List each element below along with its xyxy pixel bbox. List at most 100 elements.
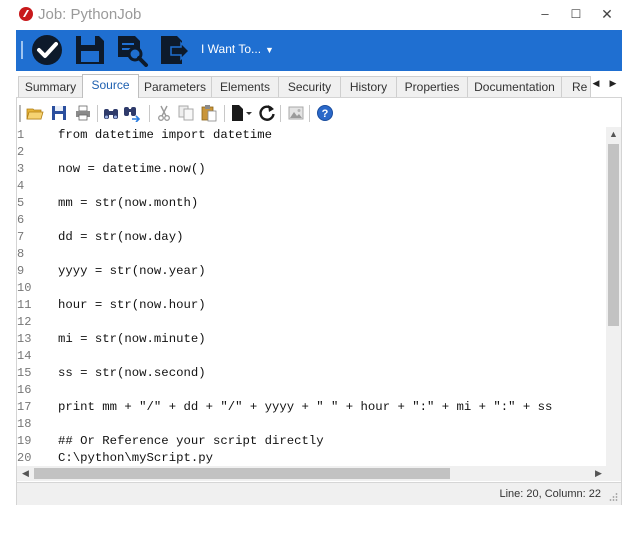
line-number: 11 bbox=[17, 298, 32, 312]
print-icon[interactable] bbox=[74, 104, 92, 122]
status-bar: Line: 20, Column: 22 bbox=[17, 482, 621, 505]
tab-history[interactable]: History bbox=[340, 76, 397, 97]
vertical-scrollbar[interactable]: ▲ bbox=[606, 127, 621, 466]
code-line: 7 dd = str(now.day) bbox=[17, 229, 607, 246]
preview-magnifier-icon[interactable] bbox=[115, 33, 149, 67]
toolbar-separator bbox=[309, 105, 310, 122]
find-binoculars-icon[interactable] bbox=[102, 104, 120, 122]
toolbar-grip[interactable] bbox=[21, 41, 23, 59]
line-number: 10 bbox=[17, 281, 32, 295]
minimize-button[interactable]: – bbox=[531, 2, 559, 26]
find-replace-icon[interactable] bbox=[123, 104, 141, 122]
tab-summary[interactable]: Summary bbox=[18, 76, 83, 97]
code-line: 17 print mm + "/" + dd + "/" + yyyy + " "… bbox=[17, 399, 607, 416]
ok-check-icon[interactable] bbox=[30, 33, 64, 67]
horizontal-scroll-thumb[interactable] bbox=[34, 468, 450, 479]
line-number: 12 bbox=[17, 315, 32, 329]
scroll-left-button[interactable]: ◀ bbox=[18, 466, 33, 481]
scroll-right-button[interactable]: ▶ bbox=[591, 466, 606, 481]
code-line: 11 hour = str(now.hour) bbox=[17, 297, 607, 314]
code-editor[interactable]: 1 from datetime import datetime 2 3 now = … bbox=[17, 127, 607, 466]
code-line: 5 mm = str(now.month) bbox=[17, 195, 607, 212]
line-number: 16 bbox=[17, 383, 32, 397]
menu-caret-icon: ▼ bbox=[265, 45, 274, 55]
tab-re[interactable]: Re bbox=[561, 76, 591, 97]
i-want-to-label: I Want To... bbox=[201, 42, 262, 56]
app-logo-icon bbox=[19, 7, 33, 21]
line-number: 9 bbox=[17, 264, 25, 278]
help-icon[interactable]: ? bbox=[316, 104, 334, 122]
vertical-scroll-thumb[interactable] bbox=[608, 144, 619, 326]
code-text: print mm + "/" + dd + "/" + yyyy + " " +… bbox=[58, 400, 553, 414]
i-want-to-menu[interactable]: I Want To... ▼ bbox=[201, 42, 274, 56]
code-text: from datetime import datetime bbox=[58, 128, 273, 142]
cursor-position: Line: 20, Column: 22 bbox=[499, 488, 601, 500]
open-folder-icon[interactable] bbox=[26, 104, 44, 122]
line-number: 4 bbox=[17, 179, 25, 193]
code-text: ss = str(now.second) bbox=[58, 366, 206, 380]
new-document-icon[interactable] bbox=[229, 104, 253, 122]
line-number: 15 bbox=[17, 366, 32, 380]
code-line: 8 bbox=[17, 246, 607, 263]
code-text: ## Or Reference your script directly bbox=[58, 434, 324, 448]
code-line: 3 now = datetime.now() bbox=[17, 161, 607, 178]
save-disk-icon[interactable] bbox=[73, 33, 107, 67]
code-line: 12 bbox=[17, 314, 607, 331]
toolbar-separator bbox=[224, 105, 225, 122]
maximize-button[interactable]: ☐ bbox=[562, 2, 590, 26]
code-line: 14 bbox=[17, 348, 607, 365]
title-bar: Job: PythonJob – ☐ ✕ bbox=[0, 0, 638, 29]
code-text: mm = str(now.month) bbox=[58, 196, 199, 210]
line-number: 13 bbox=[17, 332, 32, 346]
code-line: 20 C:\python\myScript.py bbox=[17, 450, 607, 466]
horizontal-scrollbar[interactable]: ◀ ▶ bbox=[17, 466, 607, 481]
tab-scroll-right-button[interactable]: ▶ bbox=[607, 78, 619, 89]
code-line: 2 bbox=[17, 144, 607, 161]
scroll-up-button[interactable]: ▲ bbox=[606, 127, 621, 142]
line-number: 7 bbox=[17, 230, 25, 244]
close-button[interactable]: ✕ bbox=[593, 2, 621, 26]
ribbon-toolbar: I Want To... ▼ bbox=[16, 30, 622, 71]
tab-documentation[interactable]: Documentation bbox=[467, 76, 562, 97]
scrollbar-corner bbox=[606, 466, 621, 481]
save-icon[interactable] bbox=[50, 104, 68, 122]
code-text: now = datetime.now() bbox=[58, 162, 206, 176]
tab-security[interactable]: Security bbox=[278, 76, 341, 97]
code-text: hour = str(now.hour) bbox=[58, 298, 206, 312]
tab-parameters[interactable]: Parameters bbox=[138, 76, 212, 97]
resize-grip-icon[interactable] bbox=[608, 492, 618, 502]
toolbar-grip bbox=[19, 105, 21, 122]
line-number: 14 bbox=[17, 349, 32, 363]
code-line: 13 mi = str(now.minute) bbox=[17, 331, 607, 348]
tab-strip: Summary Source Parameters Elements Secur… bbox=[16, 74, 622, 98]
svg-text:?: ? bbox=[322, 108, 329, 120]
code-line: 6 bbox=[17, 212, 607, 229]
code-line: 18 bbox=[17, 416, 607, 433]
tab-properties[interactable]: Properties bbox=[396, 76, 468, 97]
line-number: 1 bbox=[17, 128, 25, 142]
code-line: 9 yyyy = str(now.year) bbox=[17, 263, 607, 280]
toolbar-separator bbox=[280, 105, 281, 122]
line-number: 2 bbox=[17, 145, 25, 159]
cut-icon[interactable] bbox=[155, 104, 173, 122]
line-number: 20 bbox=[17, 451, 32, 465]
window-title: Job: PythonJob bbox=[38, 6, 142, 23]
image-icon[interactable] bbox=[287, 104, 305, 122]
tab-elements[interactable]: Elements bbox=[211, 76, 279, 97]
code-line: 10 bbox=[17, 280, 607, 297]
export-document-icon[interactable] bbox=[157, 33, 191, 67]
line-number: 5 bbox=[17, 196, 25, 210]
copy-icon[interactable] bbox=[177, 104, 195, 122]
code-text: yyyy = str(now.year) bbox=[58, 264, 206, 278]
code-text: dd = str(now.day) bbox=[58, 230, 184, 244]
line-number: 19 bbox=[17, 434, 32, 448]
tab-scroll-left-button[interactable]: ◀ bbox=[590, 78, 602, 89]
toolbar-separator bbox=[149, 105, 150, 122]
tab-source[interactable]: Source bbox=[82, 74, 139, 98]
editor-toolbar: ? bbox=[17, 102, 621, 126]
paste-icon[interactable] bbox=[200, 104, 218, 122]
code-text: C:\python\myScript.py bbox=[58, 451, 213, 465]
refresh-icon[interactable] bbox=[258, 104, 276, 122]
line-number: 3 bbox=[17, 162, 25, 176]
code-line: 4 bbox=[17, 178, 607, 195]
